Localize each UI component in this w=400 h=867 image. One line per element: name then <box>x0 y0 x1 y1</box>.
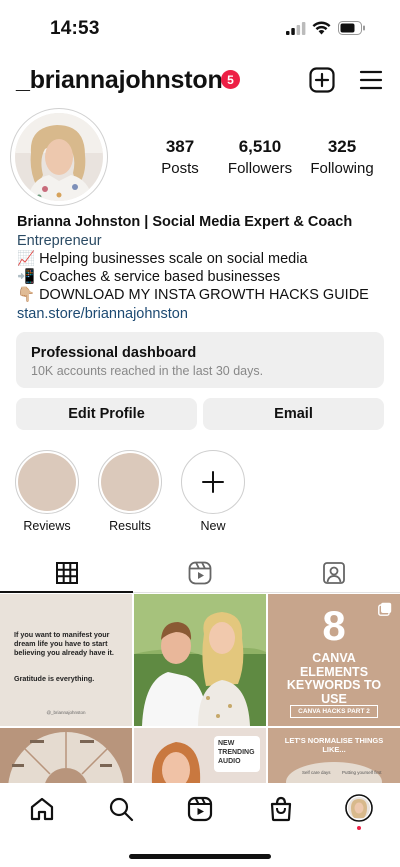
edit-profile-button[interactable]: Edit Profile <box>16 398 197 430</box>
bio-line: 👇🏼 DOWNLOAD MY INSTA GROWTH HACKS GUIDE <box>17 287 369 303</box>
post-title: LET'S NORMALISE THINGS LIKE... <box>284 736 384 754</box>
avatar-photo <box>15 113 103 201</box>
profile-avatar-icon <box>345 794 373 822</box>
following-count[interactable]: 325 Following <box>297 137 387 177</box>
followers-number: 6,510 <box>238 137 282 156</box>
plus-icon <box>202 471 224 493</box>
home-indicator <box>129 854 271 859</box>
bio-name: Brianna Johnston | Social Media Expert &… <box>17 214 353 230</box>
grid-icon <box>55 562 78 584</box>
profile-avatar[interactable] <box>10 108 108 206</box>
dashboard-title: Professional dashboard <box>31 345 197 361</box>
badge-line: NEW <box>218 740 235 747</box>
shopping-bag-icon <box>270 796 292 822</box>
battery-icon <box>338 21 366 40</box>
nav-home-button[interactable] <box>28 795 56 823</box>
active-tab-indicator <box>0 591 133 593</box>
bio-line: 📈 Helping businesses scale on social med… <box>17 251 308 267</box>
post-text-bold: already have it. <box>61 648 114 657</box>
post-thumbnail[interactable] <box>0 728 132 783</box>
home-icon <box>30 797 54 821</box>
wheel-graphic <box>8 732 124 783</box>
followers-label: Followers <box>227 160 293 177</box>
search-icon <box>109 797 134 822</box>
post-thumbnail[interactable]: LET'S NORMALISE THINGS LIKE... Self care… <box>268 728 400 783</box>
badge-line: AUDIO <box>218 758 241 765</box>
post-footer: Gratitude is everything. <box>14 674 95 683</box>
highlight-results[interactable]: Results <box>98 450 162 533</box>
email-button[interactable]: Email <box>203 398 384 430</box>
hamburger-icon <box>359 70 383 90</box>
posts-label: Posts <box>161 160 199 177</box>
bio-category: Entrepreneur <box>17 233 102 249</box>
highlight-label: New <box>200 519 226 533</box>
nav-shop-button[interactable] <box>267 795 295 823</box>
following-number: 325 <box>327 137 357 156</box>
highlight-cover <box>98 450 162 514</box>
post-tag: CANVA HACKS PART 2 <box>290 705 378 718</box>
profile-username[interactable]: _briannajohnston <box>16 66 223 95</box>
badge-line: TRENDING <box>218 749 255 756</box>
professional-dashboard[interactable]: Professional dashboard 10K accounts reac… <box>16 332 384 388</box>
signal-icon <box>286 22 306 40</box>
tagged-person-icon <box>322 562 345 584</box>
tab-reels[interactable] <box>133 553 266 593</box>
post-number: 8 <box>322 602 346 649</box>
highlight-new[interactable]: New <box>181 450 245 533</box>
nav-profile-button[interactable] <box>345 794 373 822</box>
menu-button[interactable] <box>359 70 383 90</box>
bio-link[interactable]: stan.store/briannajohnston <box>17 305 188 323</box>
post-thumbnail[interactable]: If you want to manifest your dream life … <box>0 594 132 726</box>
bio-line: 📲 Coaches & service based businesses <box>17 269 281 285</box>
post-thumbnail[interactable]: NEW TRENDING AUDIO <box>134 728 266 783</box>
posts-count[interactable]: 387 Posts <box>135 137 225 177</box>
post-title: CANVA ELEMENTS KEYWORDS TO USE <box>286 651 382 706</box>
following-label: Following <box>310 160 374 177</box>
notification-badge[interactable]: 5 <box>221 70 240 89</box>
dashboard-subtitle: 10K accounts reached in the last 30 days… <box>31 364 264 378</box>
post-item: Self care days <box>302 770 331 775</box>
highlight-label: Results <box>109 519 151 533</box>
couple-photo <box>134 594 266 726</box>
highlight-cover <box>15 450 79 514</box>
posts-number: 387 <box>165 137 195 156</box>
reels-icon <box>188 561 211 585</box>
post-thumbnail[interactable]: 8 CANVA ELEMENTS KEYWORDS TO USE CANVA H… <box>268 594 400 726</box>
post-item: Putting yourself first <box>342 770 382 775</box>
highlight-label: Reviews <box>23 519 71 533</box>
reels-icon <box>187 796 213 822</box>
tab-tagged[interactable] <box>267 553 400 593</box>
create-post-button[interactable] <box>309 67 335 93</box>
plus-square-icon <box>309 67 335 93</box>
status-time: 14:53 <box>50 18 100 39</box>
highlight-reviews[interactable]: Reviews <box>15 450 79 533</box>
new-highlight-circle <box>181 450 245 514</box>
profile-notification-dot <box>357 826 361 830</box>
nav-search-button[interactable] <box>107 795 135 823</box>
post-handle: @_briannajohnston <box>46 710 86 715</box>
post-thumbnail[interactable] <box>134 594 266 726</box>
followers-count[interactable]: 6,510 Followers <box>215 137 305 177</box>
tab-posts-grid[interactable] <box>0 553 133 593</box>
nav-reels-button[interactable] <box>186 795 214 823</box>
wifi-icon <box>312 21 331 40</box>
